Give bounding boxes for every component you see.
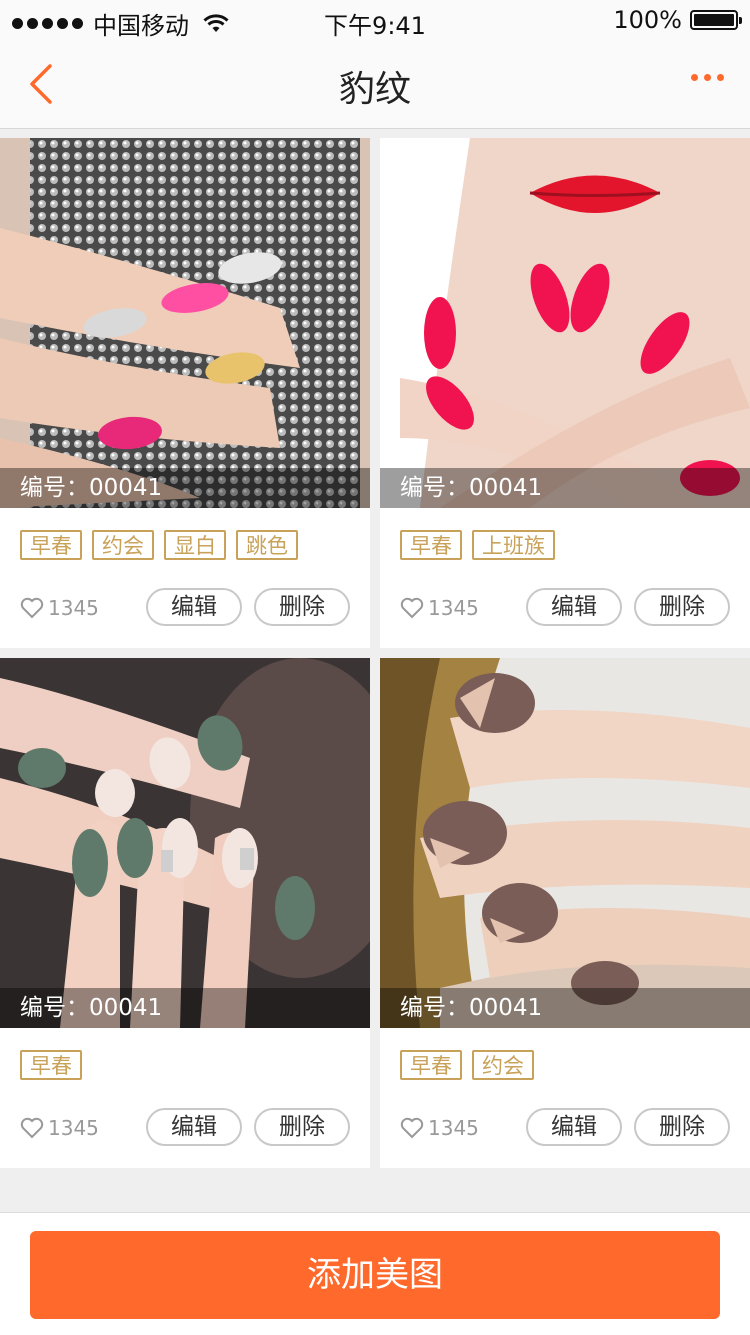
- like-count[interactable]: 1345: [20, 596, 99, 620]
- photo-caption: 编号：00041: [0, 468, 370, 508]
- tag[interactable]: 跳色: [236, 530, 298, 560]
- tag[interactable]: 约会: [92, 530, 154, 560]
- gallery-card[interactable]: 编号：00041 早春 约会 显白 跳色 1345 编辑 删除: [0, 138, 370, 648]
- tag[interactable]: 早春: [400, 530, 462, 560]
- add-image-button[interactable]: 添加美图: [30, 1231, 720, 1319]
- nail-photo[interactable]: 编号：00041: [0, 658, 370, 1028]
- like-count[interactable]: 1345: [400, 1116, 479, 1140]
- tag[interactable]: 约会: [472, 1050, 534, 1080]
- tag[interactable]: 早春: [20, 530, 82, 560]
- tag[interactable]: 早春: [400, 1050, 462, 1080]
- battery-icon: [690, 10, 742, 30]
- status-bar: 中国移动 下午9:41 100%: [0, 0, 750, 40]
- like-count-value: 1345: [428, 596, 479, 620]
- edit-button[interactable]: 编辑: [146, 1108, 242, 1146]
- battery-percent: 100%: [613, 6, 682, 34]
- edit-button[interactable]: 编辑: [526, 588, 622, 626]
- footer-bar: 添加美图: [0, 1212, 750, 1335]
- delete-button[interactable]: 删除: [634, 588, 730, 626]
- heart-icon: [400, 597, 424, 619]
- delete-button[interactable]: 删除: [254, 1108, 350, 1146]
- nail-photo[interactable]: 编号：00041: [380, 658, 750, 1028]
- heart-icon: [400, 1117, 424, 1139]
- like-count[interactable]: 1345: [400, 596, 479, 620]
- nail-photo[interactable]: 编号：00041: [0, 138, 370, 508]
- edit-button[interactable]: 编辑: [146, 588, 242, 626]
- page-title: 豹纹: [338, 69, 411, 110]
- delete-button[interactable]: 删除: [634, 1108, 730, 1146]
- photo-caption: 编号：00041: [380, 988, 750, 1028]
- gallery-card[interactable]: 编号：00041 早春 1345 编辑 删除: [0, 658, 370, 1168]
- tag-list: 早春: [20, 1050, 82, 1080]
- like-count-value: 1345: [48, 596, 99, 620]
- tag[interactable]: 上班族: [472, 530, 555, 560]
- nav-bar: 豹纹: [0, 40, 750, 129]
- like-count-value: 1345: [428, 1116, 479, 1140]
- heart-icon: [20, 1117, 44, 1139]
- photo-caption: 编号：00041: [380, 468, 750, 508]
- gallery-card[interactable]: 编号：00041 早春 约会 1345 编辑 删除: [380, 658, 750, 1168]
- like-count[interactable]: 1345: [20, 1116, 99, 1140]
- heart-icon: [20, 597, 44, 619]
- tag-list: 早春 约会 显白 跳色: [20, 530, 298, 560]
- tag[interactable]: 显白: [164, 530, 226, 560]
- more-dots-icon[interactable]: [691, 74, 724, 81]
- like-count-value: 1345: [48, 1116, 99, 1140]
- edit-button[interactable]: 编辑: [526, 1108, 622, 1146]
- gallery-card[interactable]: 编号：00041 早春 上班族 1345 编辑 删除: [380, 138, 750, 648]
- tag-list: 早春 约会: [400, 1050, 534, 1080]
- tag[interactable]: 早春: [20, 1050, 82, 1080]
- delete-button[interactable]: 删除: [254, 588, 350, 626]
- nail-photo[interactable]: 编号：00041: [380, 138, 750, 508]
- tag-list: 早春 上班族: [400, 530, 555, 560]
- photo-caption: 编号：00041: [0, 988, 370, 1028]
